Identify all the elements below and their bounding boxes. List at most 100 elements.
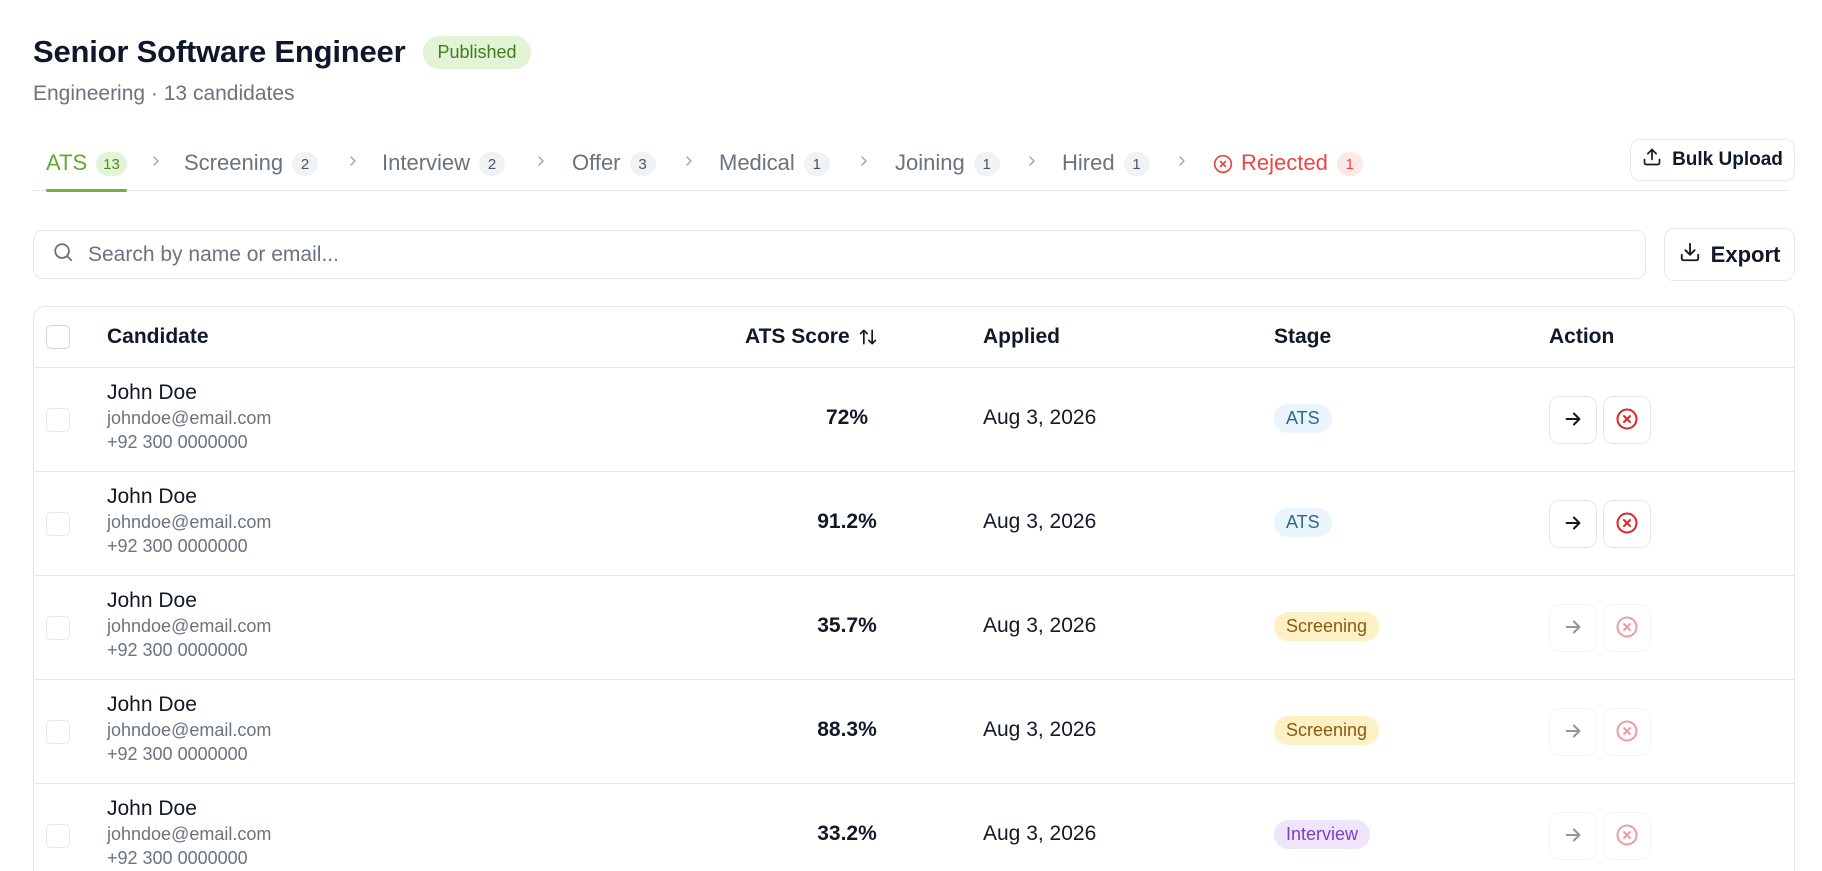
candidate-cell: John Doe johndoe@email.com +92 300 00000…	[107, 692, 271, 766]
tab-label: ATS	[46, 150, 88, 175]
x-circle-icon	[1615, 511, 1639, 538]
table-row: John Doe johndoe@email.com +92 300 00000…	[34, 368, 1794, 472]
chevron-right-icon	[148, 153, 164, 174]
reject-candidate-button[interactable]	[1603, 604, 1651, 652]
stage-badge: ATS	[1274, 508, 1332, 537]
arrow-right-icon	[1562, 616, 1584, 641]
reject-candidate-button[interactable]	[1603, 500, 1651, 548]
table-row: John Doe johndoe@email.com +92 300 00000…	[34, 680, 1794, 784]
stage-badge: Screening	[1274, 716, 1380, 745]
chevron-right-icon	[1024, 153, 1040, 174]
candidate-cell: John Doe johndoe@email.com +92 300 00000…	[107, 484, 271, 558]
ats-score: 72%	[825, 406, 869, 429]
candidate-email: johndoe@email.com	[107, 512, 272, 532]
tab-interview[interactable]: Interview 2	[382, 140, 506, 191]
reject-candidate-button[interactable]	[1603, 396, 1651, 444]
tab-label: Medical	[719, 150, 795, 175]
ats-score: 91.2%	[817, 510, 877, 533]
row-checkbox[interactable]	[46, 824, 70, 848]
chevron-right-icon	[533, 153, 549, 174]
stage-tabs: ATS 13 Screening 2 Interview 2 Offer 3 M…	[33, 140, 1787, 192]
ats-score: 88.3%	[817, 718, 877, 741]
applied-date: Aug 3, 2026	[983, 822, 1097, 845]
column-header-action: Action	[1549, 325, 1615, 348]
bulk-upload-button[interactable]: Bulk Upload	[1630, 139, 1795, 181]
row-checkbox[interactable]	[46, 408, 70, 432]
tab-count: 2	[479, 152, 506, 176]
column-header-applied: Applied	[983, 325, 1060, 348]
candidate-cell: John Doe johndoe@email.com +92 300 00000…	[107, 380, 271, 454]
tab-screening[interactable]: Screening 2	[184, 140, 319, 191]
reject-candidate-button[interactable]	[1603, 812, 1651, 860]
column-header-label: ATS Score	[745, 325, 850, 348]
chevron-right-icon	[856, 153, 872, 174]
tab-offer[interactable]: Offer 3	[572, 140, 656, 191]
chevron-right-icon	[1174, 153, 1190, 174]
advance-stage-button[interactable]	[1549, 604, 1597, 652]
tab-hired[interactable]: Hired 1	[1062, 140, 1150, 191]
stage-badge: Interview	[1274, 820, 1371, 849]
reject-candidate-button[interactable]	[1603, 708, 1651, 756]
page-title: Senior Software Engineer	[33, 34, 406, 69]
tab-ats[interactable]: ATS 13	[46, 140, 127, 192]
candidate-name: John Doe	[107, 797, 197, 820]
search-bar	[33, 230, 1646, 279]
tab-count: 2	[292, 152, 319, 176]
tab-label: Joining	[895, 150, 965, 175]
candidate-email: johndoe@email.com	[107, 720, 272, 740]
row-checkbox[interactable]	[46, 720, 70, 744]
advance-stage-button[interactable]	[1549, 500, 1597, 548]
candidate-phone: +92 300 0000000	[107, 432, 248, 452]
stage-badge: ATS	[1274, 404, 1332, 433]
export-label: Export	[1710, 241, 1781, 267]
tab-rejected[interactable]: Rejected 1	[1213, 140, 1363, 191]
column-header-candidate: Candidate	[107, 325, 209, 348]
column-header-ats-score[interactable]: ATS Score	[745, 325, 878, 349]
table-row: John Doe johndoe@email.com +92 300 00000…	[34, 576, 1794, 680]
applied-date: Aug 3, 2026	[983, 510, 1097, 533]
column-header-stage: Stage	[1274, 325, 1332, 348]
arrow-right-icon	[1562, 720, 1584, 745]
tab-count: 1	[1123, 152, 1150, 176]
candidate-cell: John Doe johndoe@email.com +92 300 00000…	[107, 796, 271, 870]
advance-stage-button[interactable]	[1549, 708, 1597, 756]
candidate-email: johndoe@email.com	[107, 824, 272, 844]
ats-score: 33.2%	[817, 822, 877, 845]
tab-count: 1	[973, 152, 1000, 176]
tab-label: Hired	[1062, 150, 1115, 175]
candidate-name: John Doe	[107, 589, 197, 612]
tab-label: Offer	[572, 150, 621, 175]
x-circle-icon	[1615, 719, 1639, 746]
x-circle-icon	[1213, 154, 1233, 179]
select-all-checkbox[interactable]	[46, 325, 70, 349]
candidate-name: John Doe	[107, 381, 197, 404]
candidates-table: Candidate ATS Score Applied Stage Action…	[33, 306, 1795, 871]
sort-icon	[858, 327, 878, 347]
tab-label: Screening	[184, 150, 284, 175]
advance-stage-button[interactable]	[1549, 812, 1597, 860]
candidate-name: John Doe	[107, 693, 197, 716]
x-circle-icon	[1615, 823, 1639, 850]
search-icon	[52, 241, 74, 268]
row-checkbox[interactable]	[46, 512, 70, 536]
applied-date: Aug 3, 2026	[983, 406, 1097, 429]
advance-stage-button[interactable]	[1549, 396, 1597, 444]
table-row: John Doe johndoe@email.com +92 300 00000…	[34, 472, 1794, 576]
job-subtitle: Engineering · 13 candidates	[33, 82, 295, 105]
arrow-right-icon	[1562, 512, 1584, 537]
tab-medical[interactable]: Medical 1	[719, 140, 830, 191]
tab-label: Rejected	[1241, 150, 1328, 175]
tab-count: 1	[1336, 152, 1363, 176]
tab-count: 13	[96, 152, 127, 176]
search-input[interactable]	[88, 242, 1588, 267]
tab-joining[interactable]: Joining 1	[895, 140, 1000, 191]
candidate-phone: +92 300 0000000	[107, 536, 248, 556]
export-button[interactable]: Export	[1664, 228, 1795, 281]
tab-count: 1	[803, 152, 830, 176]
table-row: John Doe johndoe@email.com +92 300 00000…	[34, 784, 1794, 871]
row-checkbox[interactable]	[46, 616, 70, 640]
bulk-upload-label: Bulk Upload	[1672, 149, 1783, 170]
candidate-email: johndoe@email.com	[107, 616, 272, 636]
candidate-cell: John Doe johndoe@email.com +92 300 00000…	[107, 588, 271, 662]
candidate-phone: +92 300 0000000	[107, 640, 248, 660]
